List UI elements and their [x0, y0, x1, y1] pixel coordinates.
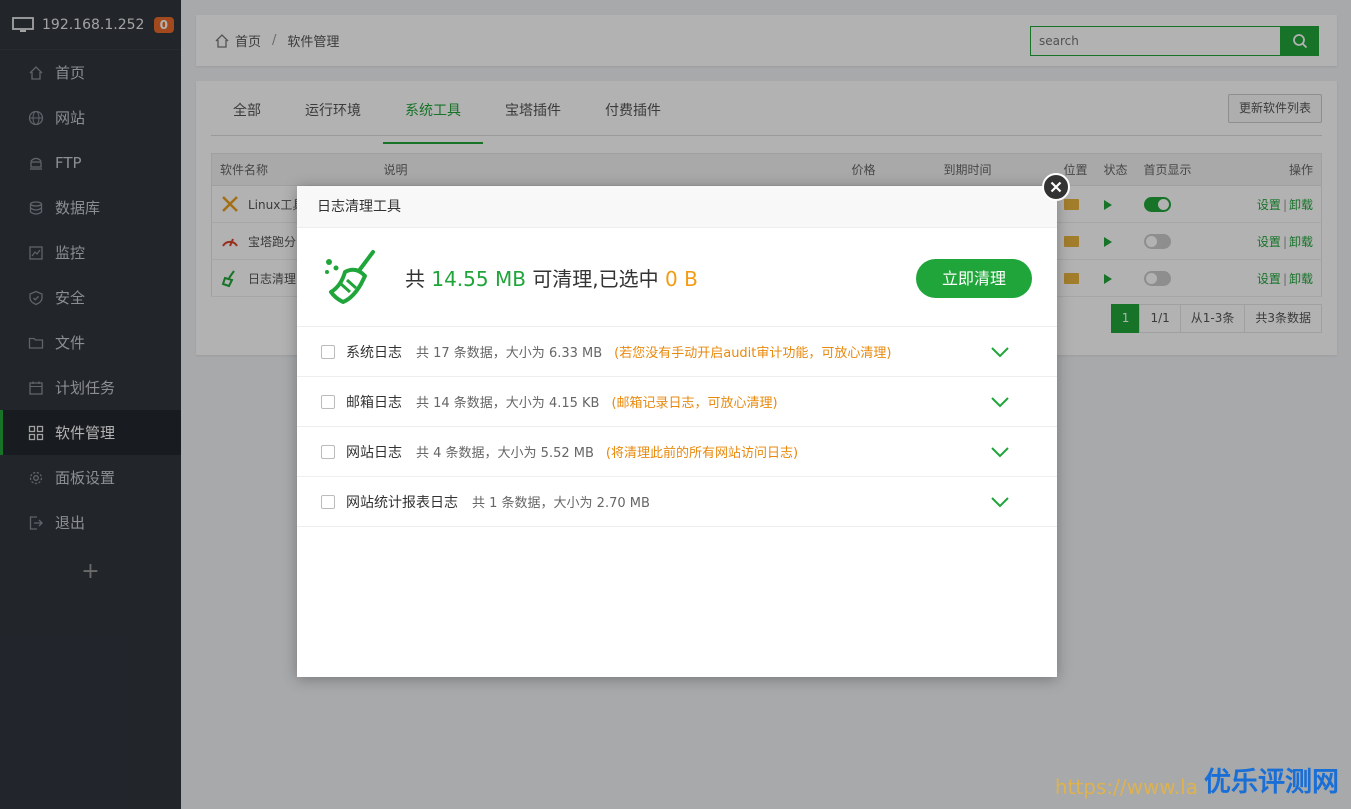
log-name: 网站统计报表日志 [346, 494, 458, 511]
summary-text: 共 14.55 MB 可清理,已选中 0 B [405, 263, 698, 292]
chevron-down-icon[interactable] [990, 395, 1010, 409]
log-checkbox[interactable] [321, 444, 335, 459]
log-checkbox[interactable] [321, 344, 335, 359]
chevron-down-icon[interactable] [990, 445, 1010, 459]
log-name: 网站日志 [346, 444, 402, 461]
log-info: 共 1 条数据，大小为 2.70 MB [472, 496, 650, 511]
clean-now-button[interactable]: 立即清理 [916, 259, 1032, 298]
close-button[interactable] [1042, 173, 1070, 201]
chevron-down-icon[interactable] [990, 345, 1010, 359]
chevron-down-icon[interactable] [990, 495, 1010, 509]
log-checkbox[interactable] [321, 494, 335, 509]
dialog-title: 日志清理工具 [297, 186, 1057, 228]
selected-size: 0 B [665, 266, 698, 291]
log-item-site-stats[interactable]: 网站统计报表日志 共 1 条数据，大小为 2.70 MB [297, 477, 1057, 527]
watermark-url: https://www.la [1054, 775, 1198, 799]
log-checkbox[interactable] [321, 394, 335, 409]
summary-prefix: 共 [405, 266, 425, 291]
log-tip: (邮箱记录日志，可放心清理) [611, 396, 778, 411]
log-tip: (将清理此前的所有网站访问日志) [605, 446, 799, 461]
log-name: 邮箱日志 [346, 394, 402, 411]
broom-icon [325, 250, 375, 304]
total-size: 14.55 MB [431, 266, 526, 291]
watermark: https://www.la 优乐评测网 [1055, 760, 1339, 799]
summary-mid: 可清理,已选中 [532, 266, 659, 291]
close-icon [1050, 181, 1062, 193]
log-info: 共 14 条数据，大小为 4.15 KB [416, 396, 600, 411]
log-item-website[interactable]: 网站日志 共 4 条数据，大小为 5.52 MB (将清理此前的所有网站访问日志… [297, 427, 1057, 477]
watermark-brand: 优乐评测网 [1204, 767, 1339, 798]
log-name: 系统日志 [346, 344, 402, 361]
log-item-system[interactable]: 系统日志 共 17 条数据，大小为 6.33 MB (若您没有手动开启audit… [297, 327, 1057, 377]
clean-summary: 共 14.55 MB 可清理,已选中 0 B 立即清理 [297, 228, 1057, 327]
log-tip: (若您没有手动开启audit审计功能，可放心清理) [614, 346, 892, 361]
log-item-mail[interactable]: 邮箱日志 共 14 条数据，大小为 4.15 KB (邮箱记录日志，可放心清理) [297, 377, 1057, 427]
log-info: 共 4 条数据，大小为 5.52 MB [416, 446, 594, 461]
log-info: 共 17 条数据，大小为 6.33 MB [416, 346, 603, 361]
log-cleaner-dialog: 日志清理工具 共 14.55 MB 可清理,已选中 0 B 立即清理 系统日志 … [297, 173, 1070, 677]
